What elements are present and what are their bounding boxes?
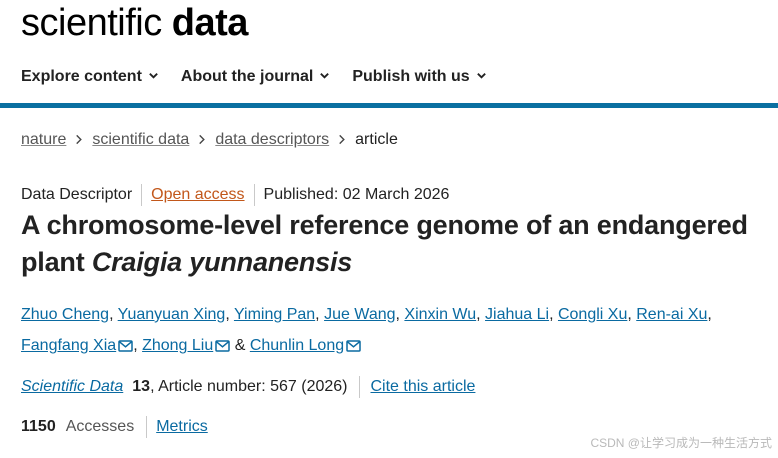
author-link[interactable]: Congli Xu: [558, 306, 627, 323]
article-number: , Article number: 567 (2026): [150, 378, 348, 395]
author-link[interactable]: Xinxin Wu: [404, 306, 476, 323]
article-metrics: 1150 Accesses Metrics: [21, 416, 208, 438]
divider: [253, 184, 255, 206]
divider: [358, 376, 360, 398]
chevron-down-icon: [476, 68, 487, 86]
author-link[interactable]: Fangfang Xia: [21, 337, 116, 354]
journal-link[interactable]: Scientific Data: [21, 378, 123, 396]
article-type: Data Descriptor: [21, 186, 133, 203]
breadcrumb: nature scientific data data descriptors …: [21, 129, 398, 151]
accesses-count: 1150: [21, 418, 56, 435]
author-link[interactable]: Yuanyuan Xing: [118, 306, 226, 323]
author-link[interactable]: Yiming Pan: [234, 306, 315, 323]
author-link[interactable]: Chunlin Long: [250, 337, 344, 354]
mail-icon[interactable]: [215, 340, 230, 352]
accesses-label: Accesses: [65, 418, 135, 435]
breadcrumb-data-descriptors[interactable]: data descriptors: [215, 131, 329, 149]
open-access-link[interactable]: Open access: [151, 186, 244, 204]
chevron-down-icon: [148, 68, 159, 86]
authors-ampersand: &: [234, 337, 246, 354]
article-meta: Data Descriptor Open access Published: 0…: [21, 184, 449, 206]
logo-word-scientific: scientific: [21, 2, 162, 44]
nav-label: About the journal: [180, 68, 314, 85]
chevron-right-icon: [329, 131, 355, 149]
author-link[interactable]: Jue Wang: [324, 306, 395, 323]
nav-divider: [0, 103, 778, 108]
chevron-right-icon: [189, 131, 215, 149]
author-link[interactable]: Zhong Liu: [142, 337, 213, 354]
breadcrumb-nature[interactable]: nature: [21, 131, 66, 149]
divider: [141, 184, 143, 206]
nav-publish-with-us[interactable]: Publish with us: [352, 68, 486, 86]
chevron-down-icon: [319, 68, 330, 86]
title-species: Craigia yunnanensis: [91, 247, 353, 277]
breadcrumb-current: article: [355, 131, 398, 148]
mail-icon[interactable]: [118, 340, 133, 352]
author-link[interactable]: Jiahua Li: [485, 306, 549, 323]
watermark: CSDN @让学习成为一种生活方式: [590, 436, 772, 450]
cite-this-article-link[interactable]: Cite this article: [371, 378, 476, 396]
logo-word-data: data: [171, 2, 249, 44]
citation-line: Scientific Data 13 , Article number: 567…: [21, 376, 475, 398]
published-date: Published: 02 March 2026: [263, 186, 450, 203]
divider: [146, 416, 148, 438]
volume-number: 13: [132, 378, 151, 395]
metrics-link[interactable]: Metrics: [156, 418, 208, 436]
nav-label: Explore content: [21, 68, 142, 85]
nav-label: Publish with us: [352, 68, 470, 85]
author-list: Zhuo Cheng, Yuanyuan Xing, Yiming Pan, J…: [21, 306, 712, 354]
mail-icon[interactable]: [346, 340, 361, 352]
author-link[interactable]: Ren-ai Xu: [636, 306, 707, 323]
main-nav: Explore content About the journal Publis…: [21, 64, 487, 90]
breadcrumb-scientific-data[interactable]: scientific data: [92, 131, 189, 149]
nav-explore-content[interactable]: Explore content: [21, 68, 159, 86]
author-link[interactable]: Zhuo Cheng: [21, 306, 109, 323]
chevron-right-icon: [66, 131, 92, 149]
article-title: A chromosome-level reference genome of a…: [21, 207, 761, 281]
nav-about-journal[interactable]: About the journal: [181, 68, 330, 86]
site-logo[interactable]: scientific data: [21, 2, 248, 44]
